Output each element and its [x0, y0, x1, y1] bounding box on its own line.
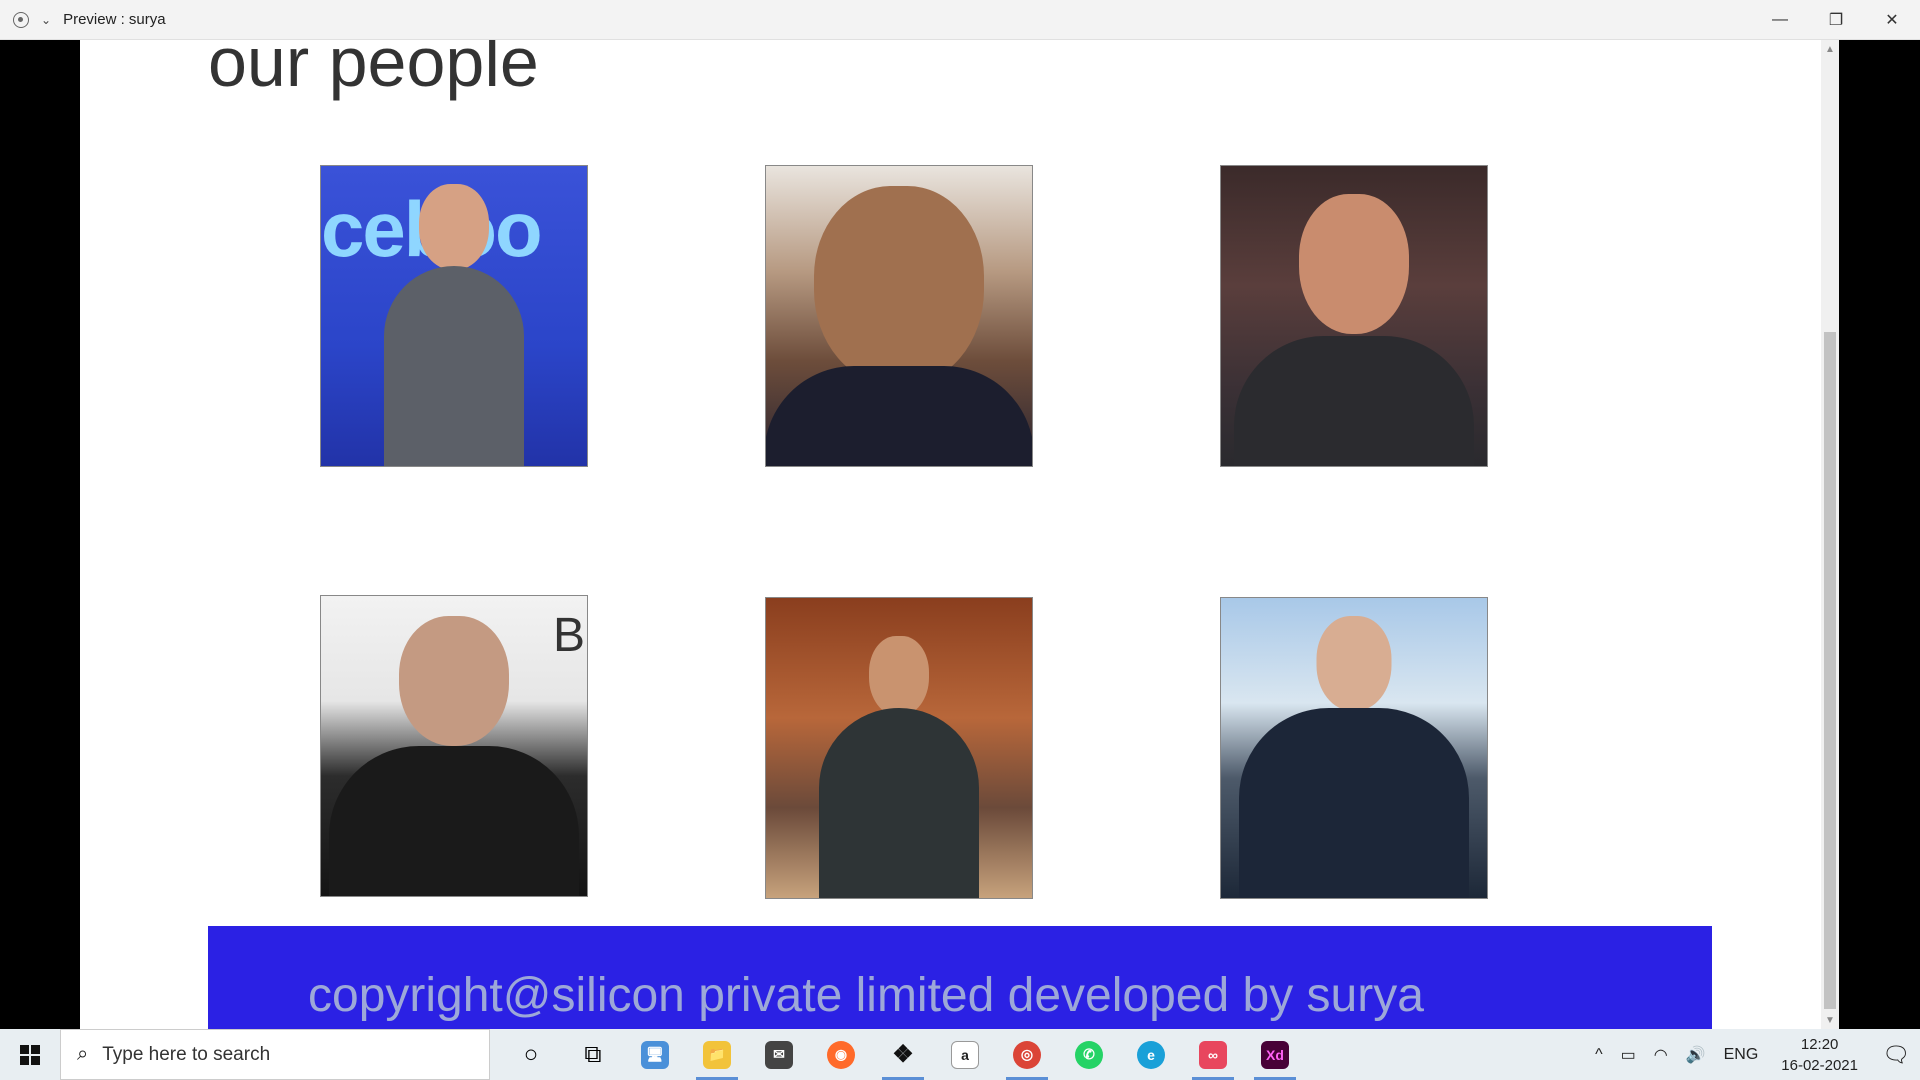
windows-icon [20, 1044, 40, 1065]
whatsapp-icon[interactable]: ✆ [1058, 1029, 1120, 1080]
amazon-icon[interactable]: a [934, 1029, 996, 1080]
cortana-icon[interactable]: ○ [500, 1029, 562, 1080]
window-controls: — ❐ ✕ [1752, 0, 1920, 40]
person-photo-4: B [320, 595, 588, 897]
start-button[interactable] [0, 1029, 60, 1080]
person-photo-6 [1220, 597, 1488, 899]
footer-copyright: copyright@silicon private limited develo… [308, 969, 1424, 1022]
dropbox-icon[interactable]: ❖ [872, 1029, 934, 1080]
person-photo-1: ceboo [320, 165, 588, 467]
notification-icon[interactable]: 🗨 [1872, 1029, 1920, 1080]
system-tray: ^ ▭ ◠ 🔊 ENG 12:20 16-02-2021 🗨 [1586, 1029, 1920, 1080]
scroll-down-icon[interactable]: ▼ [1821, 1011, 1839, 1029]
search-icon: ⌕ [77, 1043, 89, 1065]
adobe-xd-icon[interactable]: Xd [1244, 1029, 1306, 1080]
scroll-thumb[interactable] [1824, 332, 1836, 1009]
language-indicator[interactable]: ENG [1724, 1046, 1759, 1064]
minimize-button[interactable]: — [1752, 0, 1808, 40]
chevron-up-icon[interactable]: ^ [1595, 1046, 1603, 1064]
title-bar: ⌄ Preview : surya — ❐ ✕ [0, 0, 1920, 40]
preview-app-icon [13, 11, 29, 28]
firefox-icon[interactable]: ◉ [810, 1029, 872, 1080]
scroll-up-icon[interactable]: ▲ [1821, 40, 1839, 58]
mail-icon[interactable]: ✉ [748, 1029, 810, 1080]
chrome-icon[interactable]: ◎ [996, 1029, 1058, 1080]
vertical-scrollbar[interactable]: ▲ ▼ [1821, 40, 1839, 1029]
volume-icon[interactable]: 🔊 [1686, 1045, 1706, 1065]
taskbar-apps: ○ ⧉ 🖥 📁 ✉ ◉ ❖ a ◎ ✆ e ∞ Xd [500, 1029, 1306, 1080]
search-box[interactable]: ⌕ Type here to search [60, 1029, 490, 1080]
preview-canvas: our people ceboo B copyright@silicon pri… [80, 40, 1821, 1029]
page-title: our people [208, 40, 539, 101]
restore-button[interactable]: ❐ [1808, 0, 1864, 40]
creative-cloud-icon[interactable]: ∞ [1182, 1029, 1244, 1080]
wifi-icon[interactable]: ◠ [1654, 1045, 1668, 1065]
task-view-icon[interactable]: ⧉ [562, 1029, 624, 1080]
window-title: Preview : surya [63, 11, 166, 28]
person-photo-5 [765, 597, 1033, 899]
person-photo-2 [765, 165, 1033, 467]
photo-background-text: B [552, 609, 585, 662]
clock[interactable]: 12:20 16-02-2021 [1781, 1034, 1858, 1076]
close-button[interactable]: ✕ [1864, 0, 1920, 40]
clock-time: 12:20 [1800, 1035, 1839, 1053]
taskbar: ⌕ Type here to search ○ ⧉ 🖥 📁 ✉ ◉ ❖ a ◎ … [0, 1029, 1920, 1080]
clock-date: 16-02-2021 [1781, 1056, 1858, 1074]
person-photo-3 [1220, 165, 1488, 467]
chevron-down-icon[interactable]: ⌄ [41, 13, 51, 27]
search-input[interactable]: Type here to search [102, 1044, 270, 1066]
battery-icon[interactable]: ▭ [1621, 1045, 1636, 1065]
footer-bar: copyright@silicon private limited develo… [208, 926, 1712, 1029]
edge-icon[interactable]: e [1120, 1029, 1182, 1080]
file-explorer-icon[interactable]: 📁 [686, 1029, 748, 1080]
computer-icon[interactable]: 🖥 [624, 1029, 686, 1080]
